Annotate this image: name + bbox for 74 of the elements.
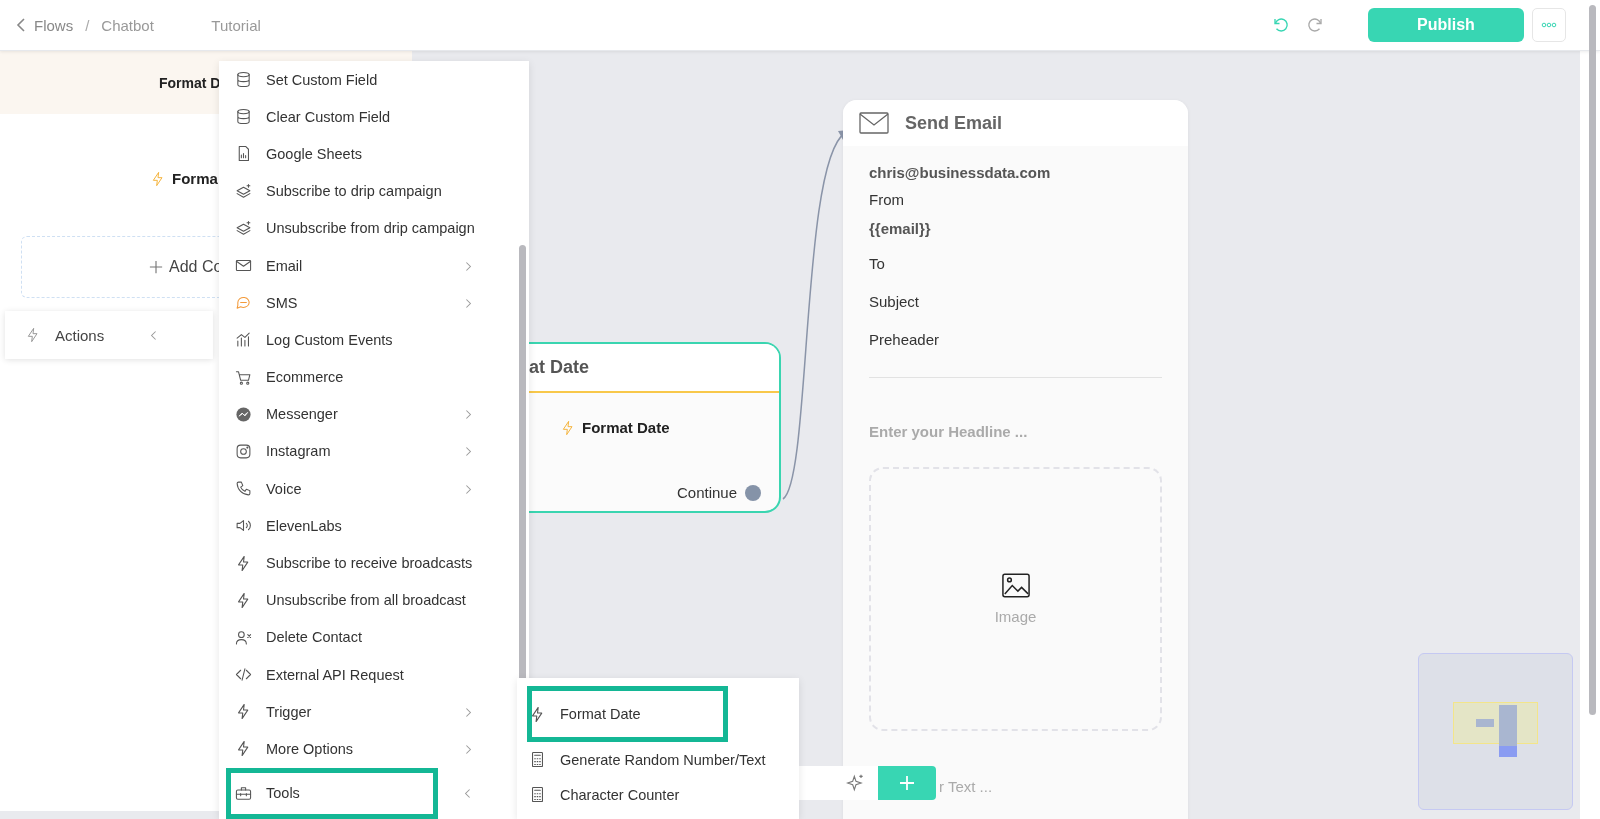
actions-tab[interactable]: Actions xyxy=(5,311,213,359)
email-card[interactable]: Send Email chris@businessdata.com From {{email}} To Subject Preheader Enter your Headline ... Image r Text ... xyxy=(843,100,1188,819)
lightning-icon xyxy=(150,170,166,187)
field-value: {{email}} xyxy=(869,220,932,238)
menu-item[interactable]: Messenger xyxy=(219,395,529,433)
field-label: From xyxy=(869,191,905,209)
bar-chart-icon xyxy=(235,331,252,349)
field-value: chris@businessdata.com xyxy=(869,164,1052,182)
chat-bubble-icon xyxy=(235,405,252,423)
chevron-right-icon xyxy=(464,482,472,496)
more-button[interactable] xyxy=(1532,8,1566,42)
node-title: at Date xyxy=(529,357,590,378)
menu-item[interactable]: Unsubscribe from all broadcast xyxy=(219,581,529,619)
plus-icon xyxy=(149,260,163,274)
field-label: Preheader xyxy=(869,331,941,349)
output-port[interactable] xyxy=(745,484,761,501)
calculator-icon xyxy=(529,786,546,803)
cart-icon xyxy=(235,368,252,386)
phone-icon xyxy=(235,480,252,498)
remove-user-icon xyxy=(235,628,252,646)
chat-bubble-icon xyxy=(235,294,252,312)
back-link[interactable]: Flows xyxy=(34,16,74,34)
field-label: To xyxy=(869,255,886,273)
add-button[interactable] xyxy=(878,766,936,800)
image-label: Image xyxy=(994,608,1037,625)
back-icon[interactable] xyxy=(16,17,26,33)
menu-item[interactable]: Google Sheets xyxy=(219,135,529,173)
menu-item[interactable]: ElevenLabs xyxy=(219,507,529,545)
chevron-left-icon xyxy=(150,328,158,342)
menu-item[interactable]: Clear Custom Field xyxy=(219,98,529,136)
envelope-icon xyxy=(859,112,889,134)
chevron-left-icon xyxy=(464,787,472,801)
chevron-right-icon xyxy=(464,296,472,310)
minimap-node xyxy=(1476,719,1494,727)
chevron-right-icon xyxy=(464,445,472,459)
breadcrumb-separator: / xyxy=(85,16,90,34)
chevron-right-icon xyxy=(464,705,472,719)
flow-node[interactable]: at Date Format Date Continue xyxy=(529,342,781,513)
layers-icon xyxy=(235,219,252,237)
chevron-right-icon xyxy=(464,742,472,756)
undo-icon[interactable] xyxy=(1272,16,1290,34)
database-icon xyxy=(235,108,252,126)
menu-item[interactable]: Ecommerce xyxy=(219,358,529,396)
camera-icon xyxy=(235,442,252,460)
scrollbar-thumb[interactable] xyxy=(1589,5,1596,715)
output-label: Continue xyxy=(676,484,737,501)
chevron-right-icon xyxy=(464,408,472,422)
node-action: Format Date xyxy=(582,419,670,436)
menu-item[interactable]: Subscribe to drip campaign xyxy=(219,172,529,210)
toolbox-icon xyxy=(235,784,252,802)
plus-icon xyxy=(899,775,915,791)
lightning-icon xyxy=(560,419,576,436)
breadcrumb-item: Chatbot xyxy=(101,16,155,34)
menu-item[interactable]: Set Custom Field xyxy=(219,61,529,99)
chevron-right-icon xyxy=(464,259,472,273)
field-label: Subject xyxy=(869,293,921,311)
action-label: Forma xyxy=(172,170,218,187)
ellipsis-icon xyxy=(1541,22,1557,28)
menu-item[interactable]: Log Custom Events xyxy=(219,321,529,359)
menu-item[interactable]: Instagram xyxy=(219,432,529,471)
calculator-icon xyxy=(529,751,546,768)
minimap[interactable] xyxy=(1418,653,1573,810)
menu-item[interactable]: Delete Contact xyxy=(219,618,529,656)
lightning-icon xyxy=(25,327,41,343)
menu-item[interactable]: Subscribe to receive broadcasts xyxy=(219,544,529,582)
breadcrumb-item: Tutorial xyxy=(211,16,261,34)
sparkle-icon[interactable] xyxy=(846,773,866,793)
menu-item[interactable]: Voice xyxy=(219,470,529,508)
code-icon xyxy=(235,666,252,684)
layers-icon xyxy=(235,182,252,200)
image-icon xyxy=(1001,573,1030,598)
redo-icon[interactable] xyxy=(1306,16,1324,34)
database-icon xyxy=(235,71,252,89)
card-title: Send Email xyxy=(905,112,1003,134)
